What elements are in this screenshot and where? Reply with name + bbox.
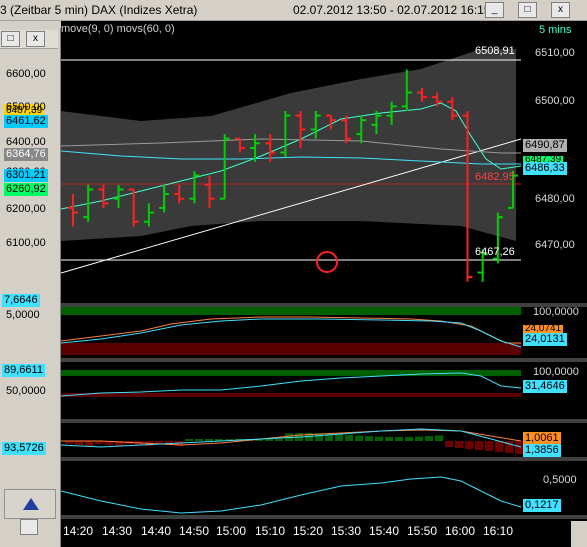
left-panel4-value: 93,5726 xyxy=(2,442,46,455)
macd-bar xyxy=(455,441,463,448)
panel5-line xyxy=(61,476,522,514)
panel5-tick: 0,5000 xyxy=(543,474,577,486)
macd-bar xyxy=(415,436,423,441)
left-close-button[interactable]: x xyxy=(26,31,45,47)
panel2-tick: 100,0000 xyxy=(533,306,579,318)
price-tag: 6490,87 xyxy=(523,139,567,152)
left-tag: 6364,76 xyxy=(4,148,48,161)
x-tick: 14:20 xyxy=(63,524,94,538)
drawing-tool-icon[interactable] xyxy=(21,496,41,512)
x-tick: 15:30 xyxy=(331,524,362,538)
macd-bar xyxy=(375,436,383,441)
left-y-tick: 6500,00 xyxy=(6,101,46,113)
macd-bar xyxy=(345,434,353,441)
date-range: 02.07.2012 13:50 - 02.07.2012 16:15 xyxy=(293,3,491,17)
left-tag: 6461,62 xyxy=(4,115,48,128)
macd-bar xyxy=(365,436,373,441)
close-button[interactable]: x xyxy=(551,2,570,18)
x-tick: 15:00 xyxy=(216,524,247,538)
panel3-lower-zone xyxy=(61,393,521,397)
macd-bar xyxy=(265,439,273,441)
x-tick: 16:10 xyxy=(483,524,514,538)
left-window-titlebar: □ x xyxy=(0,30,58,49)
current-price-label: 6482,95 xyxy=(475,171,515,183)
left-panel3-value: 89,6611 xyxy=(2,364,45,377)
macd-bar xyxy=(75,441,83,445)
bollinger-band xyxy=(61,49,516,241)
left-tool-area xyxy=(4,489,56,519)
left-panel3-tick: 50,0000 xyxy=(6,385,46,397)
x-tick: 16:00 xyxy=(445,524,476,538)
macd-bar xyxy=(205,439,213,441)
left-chart-window: □ x 6600,00 6487,39 6500,00 6461,62 6400… xyxy=(0,28,61,547)
macd-bar xyxy=(185,439,193,441)
macd-bar xyxy=(465,441,473,449)
indicator-header: move(9, 0) movs(60, 0) xyxy=(61,23,175,35)
macd-bar xyxy=(475,441,483,450)
window-titlebar: 3 (Zeitbar 5 min) DAX (Indizes Xetra) 02… xyxy=(0,0,587,21)
annotation-circle xyxy=(316,251,338,273)
left-y-tick: 6400,00 xyxy=(6,136,46,148)
macd-bar xyxy=(405,436,413,441)
left-tag: 6301,21 xyxy=(4,169,48,182)
macd-bar xyxy=(195,439,203,441)
support-label: 6467,26 xyxy=(475,246,515,258)
panel3-tag: 31,4646 xyxy=(523,380,567,393)
overbought-zone xyxy=(61,307,521,315)
price-tag: 6486,33 xyxy=(523,162,567,175)
left-panel2-value: 7,6646 xyxy=(2,294,40,307)
vertical-scrollbar[interactable] xyxy=(571,521,587,547)
x-tick: 14:50 xyxy=(179,524,210,538)
window-title: 3 (Zeitbar 5 min) DAX (Indizes Xetra) xyxy=(0,3,198,17)
left-y-tick: 6600,00 xyxy=(6,68,46,80)
x-tick: 15:50 xyxy=(407,524,438,538)
x-tick: 15:40 xyxy=(369,524,400,538)
macd-bar xyxy=(515,441,523,454)
panel5-tag: 0,1217 xyxy=(523,499,561,512)
maximize-button[interactable]: □ xyxy=(518,2,537,18)
macd-bar xyxy=(485,441,493,451)
panel3-line xyxy=(61,372,522,397)
macd-bar xyxy=(445,441,453,447)
x-tick: 15:10 xyxy=(255,524,286,538)
left-tag: 6260,92 xyxy=(4,183,48,196)
left-scroll-button[interactable] xyxy=(20,519,38,535)
y-tick: 6480,00 xyxy=(535,193,575,205)
resistance-label: 6508,91 xyxy=(475,45,515,57)
macd-bar xyxy=(435,435,443,441)
y-tick: 6500,00 xyxy=(535,95,575,107)
panel2-tag-orange: 24,0741 xyxy=(523,325,564,333)
x-tick: 14:40 xyxy=(141,524,172,538)
macd-bar xyxy=(275,439,283,441)
macd-bar xyxy=(425,436,433,441)
panel4-tag-cyan: 1,3856 xyxy=(523,444,561,457)
macd-bar xyxy=(385,436,393,441)
y-tick: 6470,00 xyxy=(535,239,575,251)
macd-bar xyxy=(495,441,503,452)
macd-bar xyxy=(395,436,403,441)
macd-bar xyxy=(355,435,363,441)
main-chart-window: move(9, 0) movs(60, 0) 5 mins 6508,91 64… xyxy=(61,21,587,547)
panel3-tick: 100,0000 xyxy=(533,366,579,378)
left-panel2-tick: 5,0000 xyxy=(6,309,40,321)
oversold-zone xyxy=(61,343,521,355)
y-tick: 6510,00 xyxy=(535,47,575,59)
macd-bar xyxy=(85,441,93,446)
restore-button[interactable]: □ xyxy=(1,31,20,47)
panel2-tag-cyan: 24,0131 xyxy=(523,333,567,346)
left-y-tick: 6200,00 xyxy=(6,203,46,215)
x-tick: 14:30 xyxy=(102,524,133,538)
chart-canvas[interactable] xyxy=(61,21,587,547)
x-tick: 15:20 xyxy=(293,524,324,538)
macd-bar xyxy=(335,434,343,441)
minimize-button[interactable]: _ xyxy=(485,2,504,18)
interval-label: 5 mins xyxy=(539,24,572,36)
stoch-k-line xyxy=(61,316,521,344)
left-y-tick: 6100,00 xyxy=(6,237,46,249)
